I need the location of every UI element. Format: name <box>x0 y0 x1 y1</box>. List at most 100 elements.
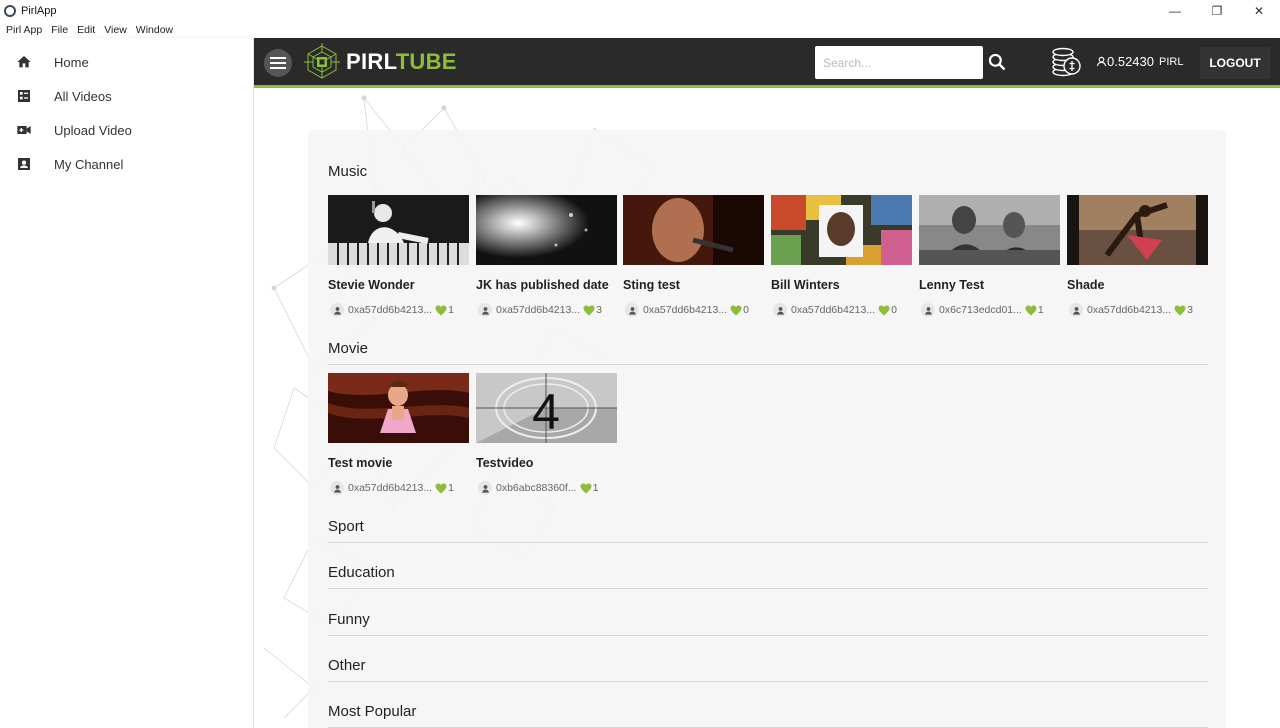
balance-value: 0.52430 <box>1107 54 1154 69</box>
video-camera-icon <box>16 122 32 138</box>
heart-icon <box>435 483 447 493</box>
home-icon <box>16 54 32 70</box>
section-title-education[interactable]: Education <box>328 564 395 581</box>
video-thumbnail[interactable] <box>623 195 764 265</box>
video-card[interactable]: Shade 0xa57dd6b4213... 3 <box>1067 195 1208 317</box>
author-avatar-icon <box>478 481 492 495</box>
section-title-movie[interactable]: Movie <box>328 340 368 357</box>
sidebar-item-my-channel[interactable]: My Channel <box>0 147 253 181</box>
user-icon <box>1096 56 1107 67</box>
video-title[interactable]: Test movie <box>328 456 469 470</box>
balance-unit: PIRL <box>1159 55 1184 68</box>
like-count: 1 <box>448 482 454 494</box>
sidebar-item-all-videos[interactable]: All Videos <box>0 79 253 113</box>
close-button[interactable]: ✕ <box>1238 0 1280 22</box>
menu-bar: Pirl App File Edit View Window <box>0 22 1280 38</box>
video-card[interactable]: JK has published date 0xa57dd6b4213... 3 <box>476 195 617 317</box>
logo-text-pirl: PIRL <box>346 49 396 74</box>
section-title-sport[interactable]: Sport <box>328 518 364 535</box>
video-thumbnail[interactable] <box>1067 195 1208 265</box>
video-card[interactable]: Test movie 0xa57dd6b4213... 1 <box>328 373 469 495</box>
hamburger-menu-button[interactable] <box>264 49 292 77</box>
video-card[interactable]: Stevie Wonder 0xa57dd6b4213... 1 <box>328 195 469 317</box>
heart-icon <box>730 305 742 315</box>
video-card[interactable]: Sting test 0xa57dd6b4213... 0 <box>623 195 764 317</box>
like-count: 1 <box>448 304 454 316</box>
video-title[interactable]: Bill Winters <box>771 278 912 292</box>
section-title-other[interactable]: Other <box>328 657 366 674</box>
menu-file[interactable]: File <box>51 24 68 36</box>
countdown-number: 4 <box>532 384 560 440</box>
app-icon <box>4 5 16 17</box>
like-count: 1 <box>1037 304 1044 316</box>
account-box-icon <box>16 156 32 172</box>
top-navigation-bar: PIRLTUBE 0.52430 PIRL <box>254 38 1280 88</box>
heart-icon <box>878 305 890 315</box>
video-list-icon <box>16 88 32 104</box>
heart-icon <box>580 483 592 493</box>
coins-icon[interactable] <box>1050 44 1082 78</box>
categories-panel: Music Stevie Wonder 0xa57dd6b4213... 1 J… <box>308 130 1226 728</box>
video-title[interactable]: Testvideo <box>476 456 617 470</box>
section-divider <box>328 542 1208 543</box>
video-author[interactable]: 0x6c713edcd01... <box>939 304 1022 316</box>
author-avatar-icon <box>625 303 639 317</box>
video-author[interactable]: 0xb6abc88360f... <box>496 482 577 494</box>
section-divider <box>328 635 1208 636</box>
restore-button[interactable]: ❐ <box>1196 0 1238 22</box>
video-author[interactable]: 0xa57dd6b4213... <box>643 304 727 316</box>
sidebar-item-upload-video[interactable]: Upload Video <box>0 113 253 147</box>
sidebar-item-home[interactable]: Home <box>0 45 253 79</box>
video-thumbnail[interactable]: 4 <box>476 373 617 443</box>
video-author[interactable]: 0xa57dd6b4213... <box>496 304 580 316</box>
video-title[interactable]: Sting test <box>623 278 764 292</box>
video-title[interactable]: Lenny Test <box>919 278 1060 292</box>
video-author[interactable]: 0xa57dd6b4213... <box>348 482 432 494</box>
video-author[interactable]: 0xa57dd6b4213... <box>1087 304 1171 316</box>
menu-window[interactable]: Window <box>136 24 173 36</box>
video-card[interactable]: Bill Winters 0xa57dd6b4213... 0 <box>771 195 912 317</box>
hamburger-line <box>270 57 286 59</box>
video-thumbnail[interactable] <box>328 373 469 443</box>
heart-icon <box>435 305 447 315</box>
search-icon[interactable] <box>987 51 1007 73</box>
section-title-music[interactable]: Music <box>328 163 367 180</box>
author-avatar-icon <box>478 303 492 317</box>
video-author[interactable]: 0xa57dd6b4213... <box>791 304 875 316</box>
logout-button[interactable]: LOGOUT <box>1200 47 1270 79</box>
minimize-button[interactable]: — <box>1154 0 1196 22</box>
pirl-logo-icon <box>304 43 340 79</box>
heart-icon <box>583 305 595 315</box>
search-input[interactable] <box>815 46 983 79</box>
section-divider <box>328 681 1208 682</box>
video-author[interactable]: 0xa57dd6b4213... <box>348 304 432 316</box>
video-title[interactable]: JK has published date <box>476 278 617 292</box>
menu-edit[interactable]: Edit <box>77 24 95 36</box>
author-avatar-icon <box>921 303 935 317</box>
video-thumbnail[interactable] <box>476 195 617 265</box>
section-divider <box>328 364 1208 365</box>
author-avatar-icon <box>330 303 344 317</box>
hamburger-line <box>270 67 286 69</box>
video-title[interactable]: Shade <box>1067 278 1208 292</box>
section-divider <box>328 588 1208 589</box>
video-card[interactable]: Lenny Test 0x6c713edcd01... 1 <box>919 195 1060 317</box>
menu-pirl-app[interactable]: Pirl App <box>6 24 42 36</box>
video-title[interactable]: Stevie Wonder <box>328 278 469 292</box>
video-card[interactable]: 4 Testvideo 0xb6abc88360f... 1 <box>476 373 617 495</box>
like-count: 3 <box>596 304 602 316</box>
section-title-most-popular[interactable]: Most Popular <box>328 703 416 720</box>
video-thumbnail[interactable] <box>919 195 1060 265</box>
sidebar-item-label: Upload Video <box>54 122 132 138</box>
video-thumbnail[interactable] <box>328 195 469 265</box>
sidebar: Home All Videos Upload Video My Channel <box>0 38 254 728</box>
like-count: 0 <box>891 304 897 316</box>
pirltube-logo[interactable]: PIRLTUBE <box>302 42 457 82</box>
video-thumbnail[interactable] <box>771 195 912 265</box>
logo-text-tube: TUBE <box>395 49 457 74</box>
sidebar-item-label: All Videos <box>54 88 112 104</box>
author-avatar-icon <box>330 481 344 495</box>
menu-view[interactable]: View <box>104 24 127 36</box>
author-avatar-icon <box>1069 303 1083 317</box>
section-title-funny[interactable]: Funny <box>328 611 370 628</box>
